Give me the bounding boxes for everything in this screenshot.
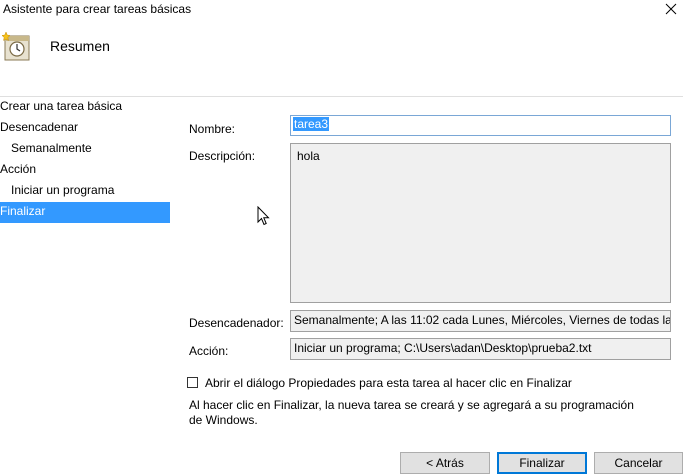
scheduler-clock-icon	[0, 30, 30, 62]
finish-info-text: Al hacer clic en Finalizar, la nueva tar…	[189, 398, 634, 427]
sidebar-item-desencadenar[interactable]: Desencadenar	[0, 118, 170, 139]
action-label: Acción:	[189, 344, 229, 358]
name-value: tarea3	[293, 117, 330, 131]
window-title: Asistente para crear tareas básicas	[3, 2, 192, 16]
back-button[interactable]: < Atrás	[400, 452, 490, 474]
trigger-label: Desencadenador:	[189, 316, 284, 330]
close-icon	[665, 3, 677, 15]
close-button[interactable]	[660, 0, 682, 18]
cancel-button[interactable]: Cancelar	[594, 452, 683, 474]
trigger-field[interactable]: Semanalmente; A las 11:02 cada Lunes, Mi…	[290, 310, 671, 332]
wizard-steps-sidebar: Crear una tarea básica Desencadenar Sema…	[0, 97, 170, 223]
open-properties-label: Abrir el diálogo Propiedades para esta t…	[205, 376, 572, 390]
sidebar-item-accion[interactable]: Acción	[0, 160, 170, 181]
sidebar-item-finalizar[interactable]: Finalizar	[0, 202, 170, 223]
sidebar-item-semanalmente[interactable]: Semanalmente	[0, 139, 170, 160]
sidebar-item-iniciar-programa[interactable]: Iniciar un programa	[0, 181, 170, 202]
mouse-cursor-icon	[257, 205, 271, 231]
page-title: Resumen	[50, 38, 110, 54]
name-label: Nombre:	[189, 122, 236, 136]
name-field[interactable]: tarea3	[290, 115, 671, 136]
description-field[interactable]: hola	[290, 143, 671, 303]
finish-button[interactable]: Finalizar	[497, 452, 587, 474]
sidebar-item-crear-tarea[interactable]: Crear una tarea básica	[0, 97, 170, 118]
action-field[interactable]: Iniciar un programa; C:\Users\adan\Deskt…	[290, 338, 671, 360]
open-properties-checkbox[interactable]	[187, 377, 198, 388]
description-label: Descripción:	[189, 149, 256, 163]
